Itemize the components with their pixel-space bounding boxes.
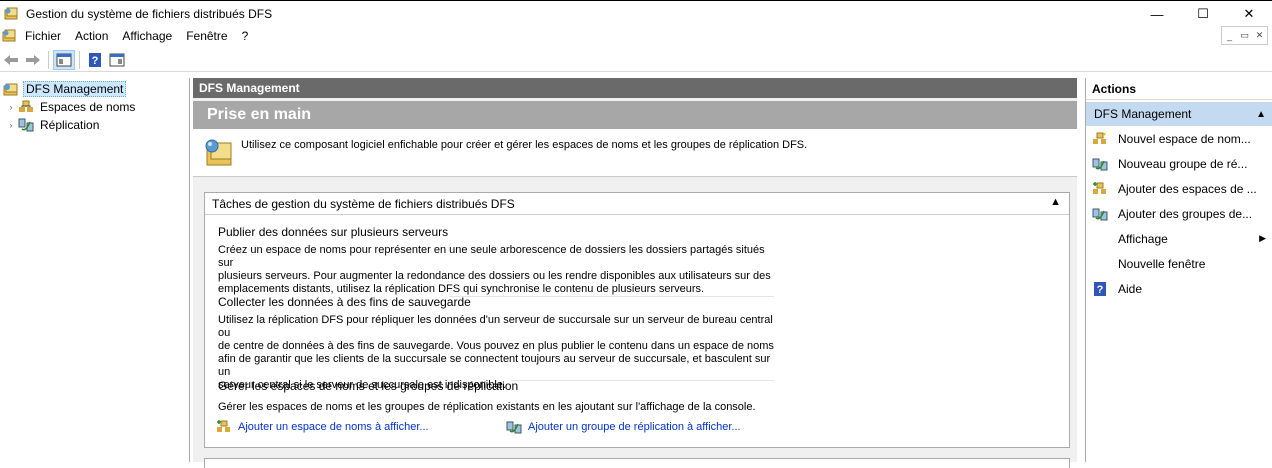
actions-group-dfs-management[interactable]: DFS Management ▲ bbox=[1086, 102, 1272, 126]
action-add-replication-groups[interactable]: Ajouter des groupes de... bbox=[1086, 201, 1272, 226]
action-pane-icon bbox=[109, 53, 125, 66]
tree-label: DFS Management bbox=[23, 80, 127, 97]
actions-title: Actions bbox=[1086, 78, 1272, 100]
section-line: de centre de données à des fins de sauve… bbox=[218, 340, 774, 352]
section-line: Gérer les espaces de noms et les groupes… bbox=[218, 401, 756, 413]
action-view[interactable]: Affichage ▶ bbox=[1086, 226, 1272, 251]
action-label: Nouveau groupe de ré... bbox=[1118, 156, 1248, 171]
tree-item-dfs-management[interactable]: DFS Management bbox=[2, 80, 127, 97]
action-add-namespaces[interactable]: Ajouter des espaces de ... bbox=[1086, 176, 1272, 201]
svg-text:?: ? bbox=[92, 55, 99, 67]
menu-action[interactable]: Action bbox=[68, 29, 115, 43]
actions-group-label: DFS Management bbox=[1094, 107, 1192, 121]
tasks-panel-header[interactable]: Tâches de gestion du système de fichiers… bbox=[205, 193, 1069, 215]
tree-item-espaces-de-noms[interactable]: › Espaces de noms bbox=[6, 98, 137, 115]
show-action-pane-button[interactable] bbox=[106, 50, 128, 70]
action-new-namespace[interactable]: Nouvel espace de nom... bbox=[1086, 126, 1272, 151]
toolbar-separator bbox=[48, 50, 49, 69]
section-title-gerer: Gérer les espaces de noms et les groupes… bbox=[218, 379, 519, 393]
back-button[interactable] bbox=[0, 50, 22, 70]
add-namespace-icon bbox=[217, 420, 230, 432]
maximize-button[interactable]: ☐ bbox=[1180, 1, 1226, 27]
actions-pane: Actions DFS Management ▲ Nouvel espace d… bbox=[1085, 78, 1272, 462]
section-title-publier: Publier des données sur plusieurs serveu… bbox=[218, 225, 449, 239]
section-body-gerer: Gérer les espaces de noms et les groupes… bbox=[218, 401, 778, 414]
intro-section: Utilisez ce composant logiciel enfichabl… bbox=[193, 129, 1077, 177]
mdi-close-button[interactable]: ✕ bbox=[1252, 27, 1267, 44]
collapse-triangle-icon[interactable]: ▲ bbox=[1050, 196, 1061, 208]
help-icon: ? bbox=[89, 52, 101, 67]
mdi-minimize-button[interactable]: _ bbox=[1222, 27, 1237, 44]
section-divider bbox=[511, 380, 774, 381]
close-button[interactable]: ✕ bbox=[1226, 1, 1272, 27]
add-namespaces-icon bbox=[1093, 181, 1106, 194]
add-replication-groups-icon bbox=[1092, 208, 1108, 220]
collapse-triangle-icon[interactable]: ▲ bbox=[1256, 109, 1266, 120]
add-replication-group-link[interactable]: Ajouter un groupe de réplication à affic… bbox=[506, 420, 741, 434]
action-label: Affichage bbox=[1118, 231, 1168, 246]
add-namespace-link[interactable]: Ajouter un espace de noms à afficher... bbox=[216, 420, 429, 434]
dfs-management-icon bbox=[3, 83, 18, 95]
action-new-window[interactable]: Nouvelle fenêtre bbox=[1086, 251, 1272, 276]
show-hide-tree-button[interactable] bbox=[53, 49, 75, 70]
submenu-arrow-icon: ▶ bbox=[1259, 233, 1266, 243]
secondary-panel-edge bbox=[204, 458, 1070, 468]
action-label: Ajouter des groupes de... bbox=[1118, 206, 1253, 221]
menu-help[interactable]: ? bbox=[235, 29, 256, 43]
section-line: afin de garantir que les clients de la s… bbox=[218, 353, 771, 378]
section-divider bbox=[449, 296, 774, 297]
menu-affichage[interactable]: Affichage bbox=[115, 29, 179, 43]
expand-chevron-icon[interactable]: › bbox=[6, 102, 16, 112]
replication-icon bbox=[18, 118, 34, 131]
namespaces-icon bbox=[19, 100, 33, 112]
new-replication-group-icon bbox=[1092, 158, 1108, 170]
add-replication-group-link-text[interactable]: Ajouter un groupe de réplication à affic… bbox=[528, 421, 741, 433]
results-pane-header: DFS Management bbox=[193, 78, 1077, 98]
menu-bar: Fichier Action Affichage Fenêtre ? _ ▭ ✕ bbox=[0, 26, 1272, 46]
tree-label: Réplication bbox=[40, 117, 100, 132]
minimize-button[interactable]: — bbox=[1134, 1, 1180, 27]
toolbar: ? bbox=[0, 48, 1272, 72]
action-label: Aide bbox=[1118, 281, 1143, 296]
add-namespace-link-text[interactable]: Ajouter un espace de noms à afficher... bbox=[238, 421, 429, 433]
forward-button[interactable] bbox=[22, 50, 44, 70]
help-button[interactable]: ? bbox=[84, 50, 106, 70]
mdi-controls: _ ▭ ✕ bbox=[1221, 26, 1268, 45]
action-new-replication-group[interactable]: Nouveau groupe de ré... bbox=[1086, 151, 1272, 176]
back-arrow-icon bbox=[4, 54, 18, 65]
dfs-app-icon bbox=[4, 7, 18, 19]
dfs-menu-icon[interactable] bbox=[2, 29, 18, 43]
action-help[interactable]: ? Aide bbox=[1086, 276, 1272, 301]
tree-item-replication[interactable]: › Réplication bbox=[6, 116, 101, 133]
action-label: Ajouter des espaces de ... bbox=[1118, 181, 1257, 196]
expand-chevron-icon[interactable]: › bbox=[6, 120, 16, 130]
window-title: Gestion du système de fichiers distribué… bbox=[26, 6, 273, 21]
console-tree-icon bbox=[56, 53, 72, 66]
menu-fichier[interactable]: Fichier bbox=[18, 29, 68, 43]
console-tree: DFS Management › Espaces de noms › Répli… bbox=[0, 78, 190, 462]
action-label: Nouvelle fenêtre bbox=[1118, 256, 1206, 271]
section-line: Créez un espace de noms pour représenter… bbox=[218, 244, 765, 269]
getting-started-banner: Prise en main bbox=[193, 101, 1077, 129]
mdi-restore-button[interactable]: ▭ bbox=[1237, 27, 1252, 44]
tasks-panel: Tâches de gestion du système de fichiers… bbox=[204, 192, 1070, 448]
title-bar: Gestion du système de fichiers distribué… bbox=[0, 0, 1272, 26]
new-namespace-icon bbox=[1093, 132, 1106, 144]
tree-label: Espaces de noms bbox=[40, 99, 136, 114]
section-body-publier: Créez un espace de noms pour représenter… bbox=[218, 244, 778, 296]
add-replication-group-icon bbox=[506, 421, 522, 434]
toolbar-separator bbox=[79, 50, 80, 69]
tasks-panel-title: Tâches de gestion du système de fichiers… bbox=[212, 196, 515, 211]
section-line: plusieurs serveurs. Pour augmenter la re… bbox=[218, 270, 771, 282]
intro-text: Utilisez ce composant logiciel enfichabl… bbox=[241, 139, 808, 151]
help-icon: ? bbox=[1094, 281, 1106, 296]
action-label: Nouvel espace de nom... bbox=[1118, 131, 1251, 146]
section-line: Utilisez la réplication DFS pour répliqu… bbox=[218, 314, 773, 339]
menu-fenetre[interactable]: Fenêtre bbox=[179, 29, 234, 43]
results-pane: DFS Management Prise en main Utilisez ce… bbox=[193, 78, 1077, 468]
section-title-collecter: Collecter les données à des fins de sauv… bbox=[218, 295, 471, 309]
svg-text:?: ? bbox=[1097, 284, 1104, 296]
dfs-large-icon bbox=[205, 139, 232, 166]
forward-arrow-icon bbox=[26, 54, 40, 65]
